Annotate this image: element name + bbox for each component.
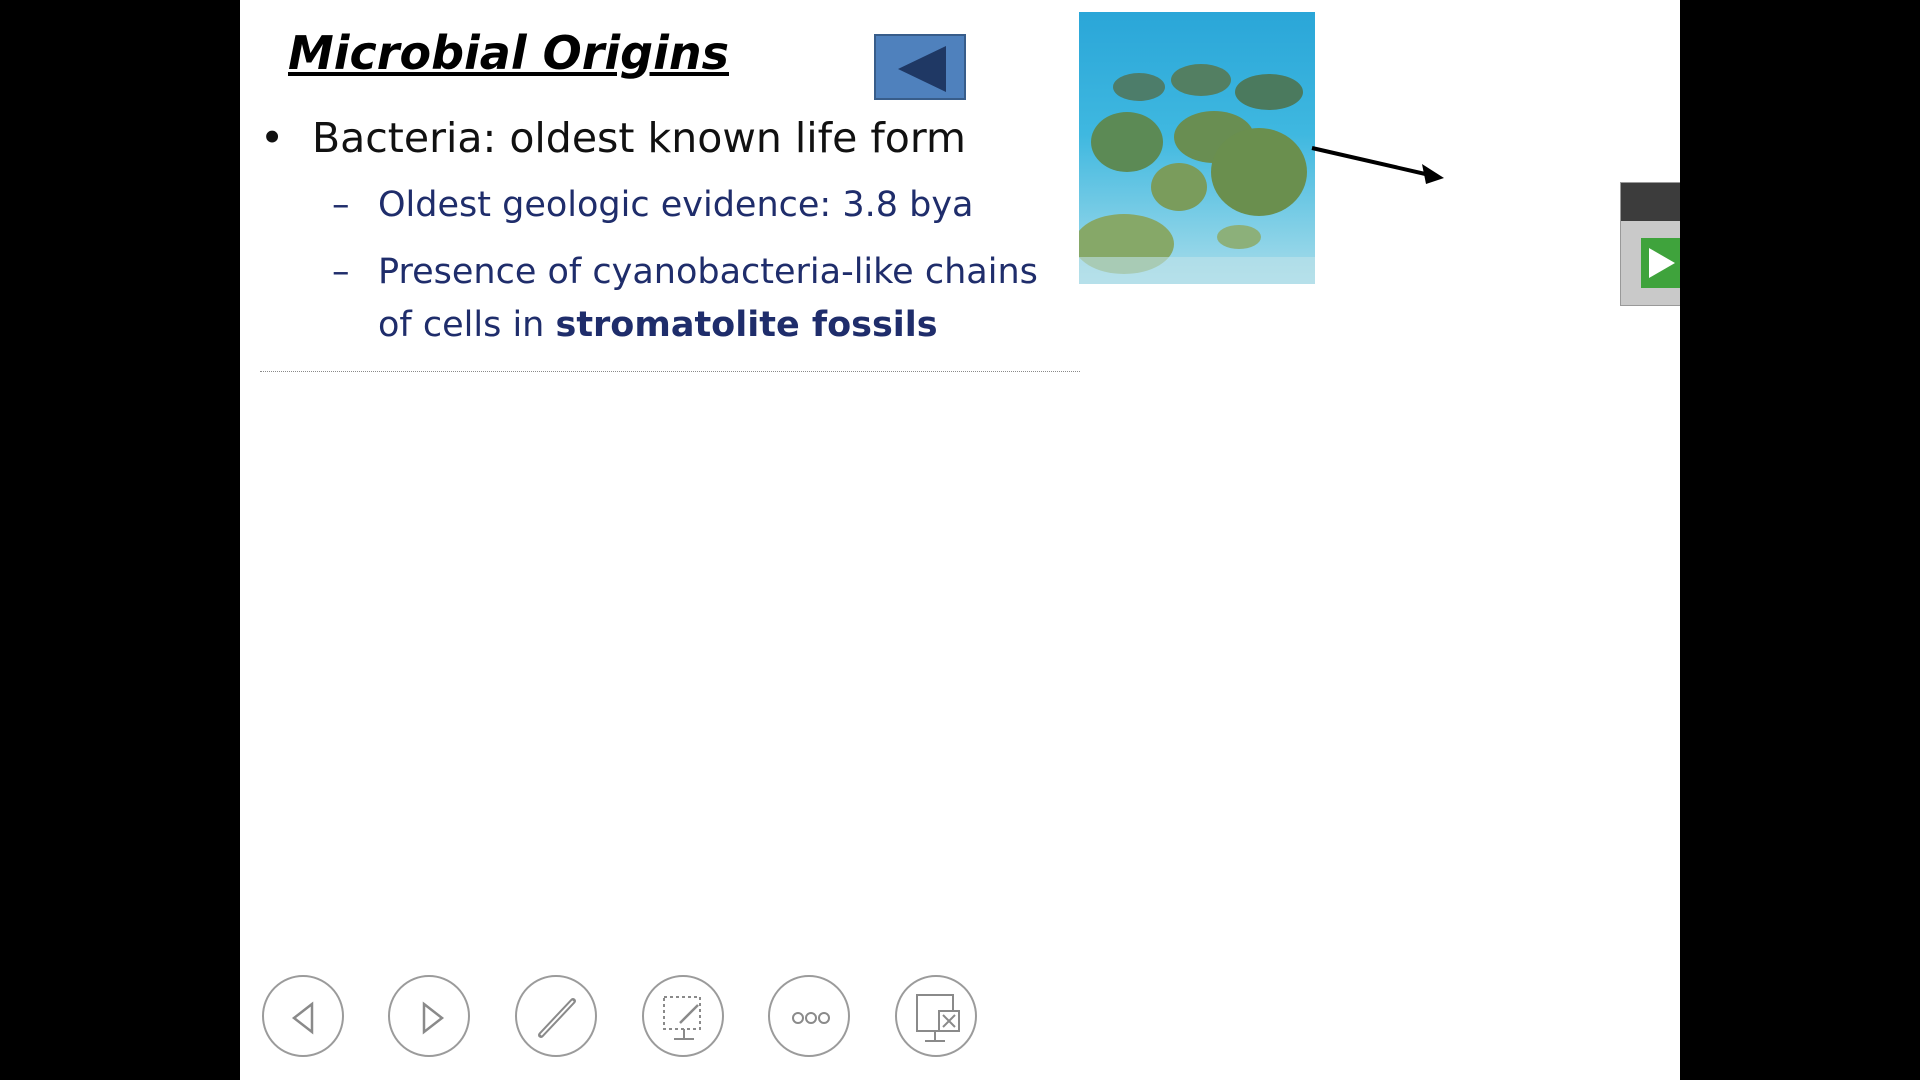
main-bullet: • Bacteria: oldest known life form — [260, 114, 966, 162]
pointer-arrow — [1311, 146, 1444, 184]
play-icon — [1641, 238, 1680, 288]
sub-bullet-1: – Oldest geologic evidence: 3.8 bya — [332, 185, 973, 225]
stromatolite-emphasis: stromatolite fossils — [555, 305, 938, 345]
end-show-icon — [916, 994, 960, 1042]
sub-bullet-2-continued: of cells in stromatolite fossils — [378, 305, 938, 345]
pointer-options-button[interactable] — [642, 975, 724, 1057]
sub-bullet-1-text: Oldest geologic evidence: 3.8 bya — [378, 185, 974, 225]
bullet-dot: • — [260, 114, 285, 162]
slide: Microbial Origins • Bacteria: oldest kno… — [240, 0, 1680, 1080]
slide-title: Microbial Origins — [288, 26, 729, 80]
pointer-options-icon — [663, 996, 701, 1040]
sub-bullet-2-text: Presence of cyanobacteria-like chains — [378, 252, 1038, 292]
main-bullet-text: Bacteria: oldest known life form — [312, 114, 966, 162]
sub-bullet-2: – Presence of cyanobacteria-like chains — [332, 252, 1038, 292]
more-options-button[interactable] — [768, 975, 850, 1057]
pen-tool-button[interactable] — [515, 975, 597, 1057]
previous-icon — [291, 1001, 314, 1035]
previous-slide-button[interactable] — [262, 975, 344, 1057]
divider — [260, 371, 1080, 372]
pen-icon — [538, 998, 576, 1038]
dash-marker: – — [332, 252, 350, 292]
stromatolite-photo — [1079, 12, 1315, 284]
next-icon — [422, 1001, 445, 1035]
next-slide-button[interactable] — [388, 975, 470, 1057]
more-icon — [792, 1012, 830, 1024]
side-tab-header — [1621, 183, 1680, 221]
back-button[interactable] — [874, 34, 966, 100]
side-play-tab[interactable] — [1620, 182, 1680, 306]
back-triangle-icon — [898, 46, 946, 92]
dash-marker: – — [332, 185, 350, 225]
end-show-button[interactable] — [895, 975, 977, 1057]
sub-bullet-2-line2: of cells in — [378, 305, 556, 345]
